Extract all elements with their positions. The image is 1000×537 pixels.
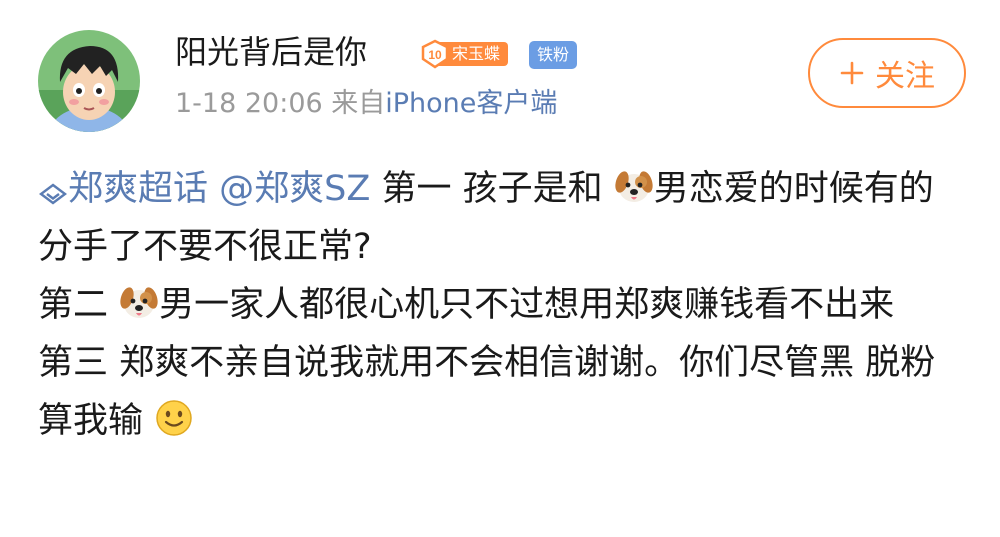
post-time: 1-18 20:06 xyxy=(175,88,323,119)
source-prefix: 来自 xyxy=(331,88,386,119)
dog-face-icon xyxy=(615,171,653,202)
mention-link[interactable]: @郑爽SZ xyxy=(219,169,370,209)
dog-face-icon xyxy=(120,287,158,318)
post-paragraph-3: 第三 郑爽不亲自说我就用不会相信谢谢。你们尽管黑 脱粉算我输 xyxy=(38,343,936,441)
svg-text:10: 10 xyxy=(428,48,442,62)
post-paragraph-1: 郑爽超话 @郑爽SZ 第一 孩子是和 男恋爱的时候有的分手了不要不很正常? xyxy=(38,160,968,276)
avatar[interactable] xyxy=(38,30,140,132)
smile-face-icon xyxy=(156,400,192,436)
post-source[interactable]: iPhone客户端 xyxy=(385,88,557,119)
super-topic-icon xyxy=(39,183,67,205)
fan-badge[interactable]: 10 宋玉蝶 xyxy=(420,39,509,69)
username[interactable]: 阳光背后是你 xyxy=(175,30,367,74)
post-paragraph-2: 第二 男一家人都很心机只不过想用郑爽赚钱看不出来 xyxy=(38,276,968,334)
post-meta: 1-18 20:06 来自iPhone客户端 xyxy=(175,84,557,124)
post-body: 郑爽超话 @郑爽SZ 第一 孩子是和 男恋爱的时候有的分手了不要不很正常? 第二… xyxy=(38,160,968,450)
iron-fan-badge[interactable]: 铁粉 xyxy=(529,41,578,69)
post-text: 第一 孩子是和 xyxy=(370,169,603,209)
plus-icon xyxy=(840,61,864,85)
topic-link[interactable]: 郑爽超话 xyxy=(38,169,208,209)
follow-button-label: 关注 xyxy=(875,59,935,94)
fan-level-icon: 10 xyxy=(421,39,449,69)
follow-button[interactable]: 关注 xyxy=(808,38,966,108)
